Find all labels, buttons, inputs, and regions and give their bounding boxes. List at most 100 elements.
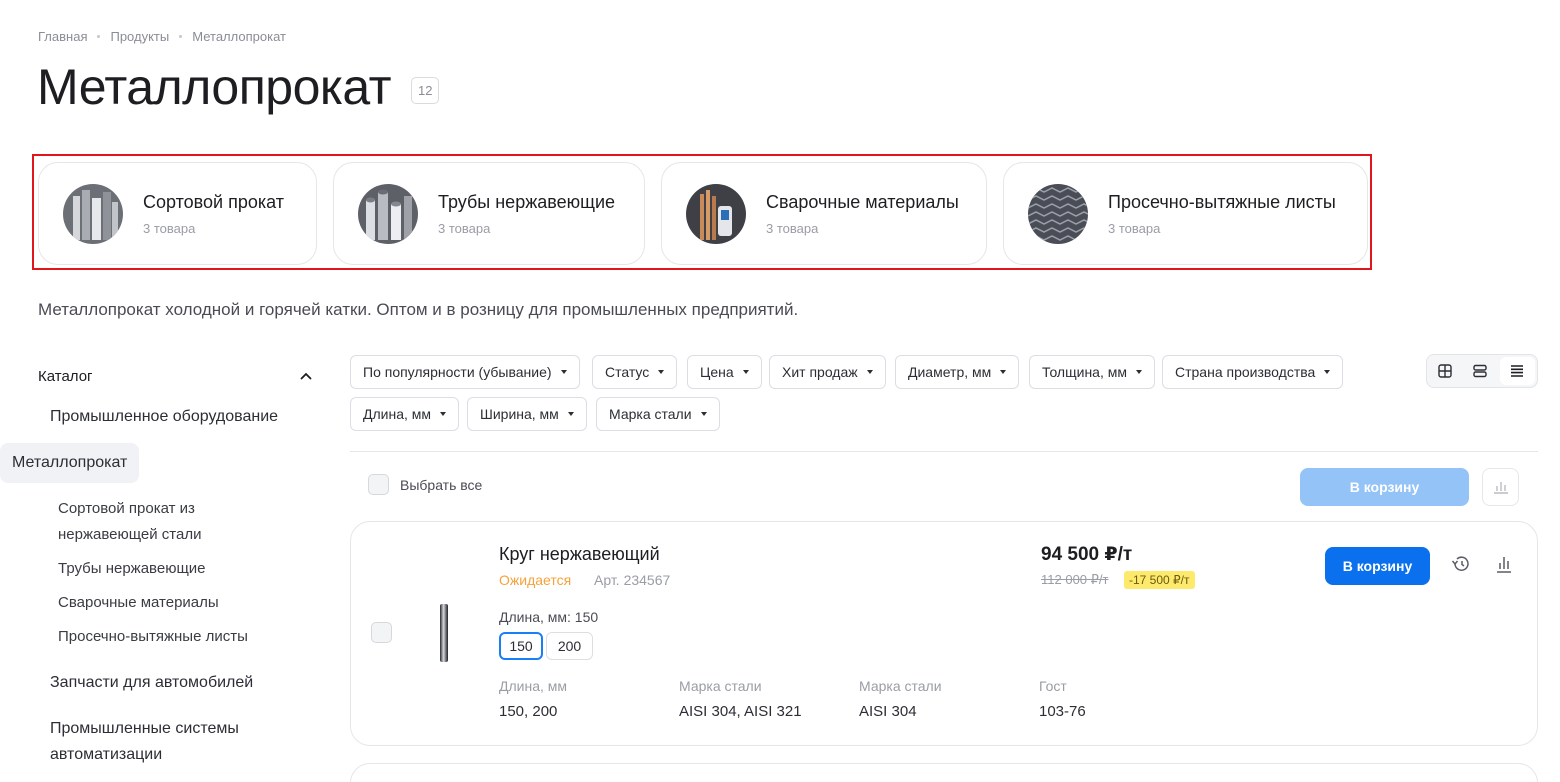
product-old-price: 112 000 ₽/т [1041,572,1109,587]
product-prop: Марка стали AISI 304 [859,678,942,720]
filter-label: По популярности (убывание) [363,364,552,380]
category-card-truby[interactable]: Трубы нержавеющие 3 товара [333,162,645,265]
filter-length[interactable]: Длина, мм [350,397,460,431]
chevron-up-icon [300,372,312,380]
product-discount-badge: -17 500 ₽/т [1124,571,1195,589]
category-count: 3 товара [438,220,491,236]
filter-width[interactable]: Ширина, мм [467,397,587,431]
bulk-add-to-cart-button[interactable]: В корзину [1300,468,1469,506]
sidebar-item-metalloprokat[interactable]: Металлопрокат [0,443,140,483]
filter-steel-grade[interactable]: Марка стали [596,397,720,431]
product-checkbox[interactable] [371,622,392,643]
sidebar-subitem-truby[interactable]: Трубы нержавеющие [58,556,206,582]
category-card-sortovoy[interactable]: Сортовой прокат 3 товара [38,162,317,265]
bulk-compare-button[interactable] [1482,468,1519,506]
filter-label: Марка стали [609,406,692,422]
filter-bestseller[interactable]: Хит продаж [769,355,886,389]
filter-sort[interactable]: По популярности (убывание) [350,355,580,389]
caret-down-icon [866,370,873,374]
view-grid-button[interactable] [1427,355,1462,387]
catalog-toggle[interactable]: Каталог [38,364,318,388]
filter-label: Ширина, мм [480,406,559,422]
product-card-next [350,763,1538,782]
caret-down-icon [700,412,707,416]
compare-icon [1493,482,1508,494]
caret-down-icon [742,370,749,374]
filter-label: Цена [700,364,734,380]
filter-price[interactable]: Цена [687,355,762,389]
sidebar-subitem-svarochnye[interactable]: Сварочные материалы [58,590,219,616]
filter-label: Диаметр, мм [908,364,992,380]
rows-icon [1473,364,1487,378]
length-option-200[interactable]: 200 [546,632,593,660]
filter-country[interactable]: Страна производства [1162,355,1344,389]
caret-down-icon [1136,370,1142,374]
select-all-checkbox[interactable] [368,474,389,495]
caret-down-icon [658,370,665,374]
product-count-badge: 12 [411,76,440,104]
length-selector-label: Длина, мм: 150 [499,609,599,625]
sidebar-subitem-sortovoy[interactable]: Сортовой прокат из нержавеющей стали [58,496,258,548]
add-to-cart-button[interactable]: В корзину [1325,547,1430,585]
catalog-sidebar: Каталог [38,364,318,388]
compare-icon [1497,557,1511,573]
product-image[interactable] [437,602,451,664]
view-list-button[interactable] [1499,357,1535,385]
category-image [358,183,418,244]
category-name: Просечно-вытяжные листы [1108,191,1336,212]
breadcrumb-item-products[interactable]: Продукты [110,29,169,44]
filters-divider [350,451,1538,452]
view-switcher [1426,354,1538,388]
filter-label: Хит продаж [782,364,858,380]
prop-value: 103-76 [1039,703,1086,720]
category-image [686,183,746,244]
prop-name: Марка стали [679,678,762,694]
history-icon [1451,556,1469,571]
caret-down-icon [440,412,447,416]
product-prop: Длина, мм 150, 200 [499,678,567,720]
breadcrumb: Главная Продукты Металлопрокат [38,29,286,44]
history-button[interactable] [1451,555,1471,578]
breadcrumb-item-home[interactable]: Главная [38,29,87,44]
category-name: Сварочные материалы [766,191,959,212]
breadcrumb-item-current: Металлопрокат [192,29,286,44]
product-price: 94 500 ₽/т [1041,544,1133,565]
product-status: Ожидается [499,572,572,588]
view-rows-button[interactable] [1462,355,1497,387]
sidebar-item-equipment[interactable]: Промышленное оборудование [50,404,278,430]
breadcrumb-separator [179,35,183,38]
category-card-svarochnye[interactable]: Сварочные материалы 3 товара [661,162,987,265]
prop-value: 150, 200 [499,703,558,720]
filter-thickness[interactable]: Толщина, мм [1029,355,1155,389]
sidebar-item-autoparts[interactable]: Запчасти для автомобилей [50,670,253,696]
length-option-150[interactable]: 150 [499,632,543,660]
category-image [63,183,123,244]
category-description: Металлопрокат холодной и горячей катки. … [38,300,799,319]
article-label: Арт. [594,572,620,588]
select-all-label: Выбрать все [400,476,483,493]
caret-down-icon [1000,370,1007,374]
filter-status[interactable]: Статус [592,355,678,389]
filter-label: Страна производства [1175,364,1316,380]
sidebar-subitem-prosechno[interactable]: Просечно-вытяжные листы [58,624,248,650]
article-number: 234567 [623,572,671,588]
prop-name: Марка стали [859,678,942,694]
category-name: Трубы нержавеющие [438,191,616,212]
product-article: Арт. 234567 [594,572,670,588]
grid-icon [1437,364,1452,378]
prop-name: Длина, мм [499,678,568,694]
category-card-prosechno[interactable]: Просечно-вытяжные листы 3 товара [1003,162,1368,265]
prop-value: AISI 304 [859,703,917,720]
product-prop: Марка стали AISI 304, AISI 321 [679,678,802,720]
category-count: 3 товара [143,220,196,236]
compare-button[interactable] [1496,555,1512,578]
category-name: Сортовой прокат [143,191,285,212]
product-title[interactable]: Круг нержавеющий [499,544,660,565]
sidebar-item-automation[interactable]: Промышленные системы автоматизации [50,716,280,768]
filter-label: Толщина, мм [1042,364,1127,380]
select-all[interactable]: Выбрать все [368,474,482,495]
caret-down-icon [560,370,567,374]
caret-down-icon [1324,370,1331,374]
filter-diameter[interactable]: Диаметр, мм [895,355,1020,389]
page-title: Металлопрокат [37,59,392,115]
